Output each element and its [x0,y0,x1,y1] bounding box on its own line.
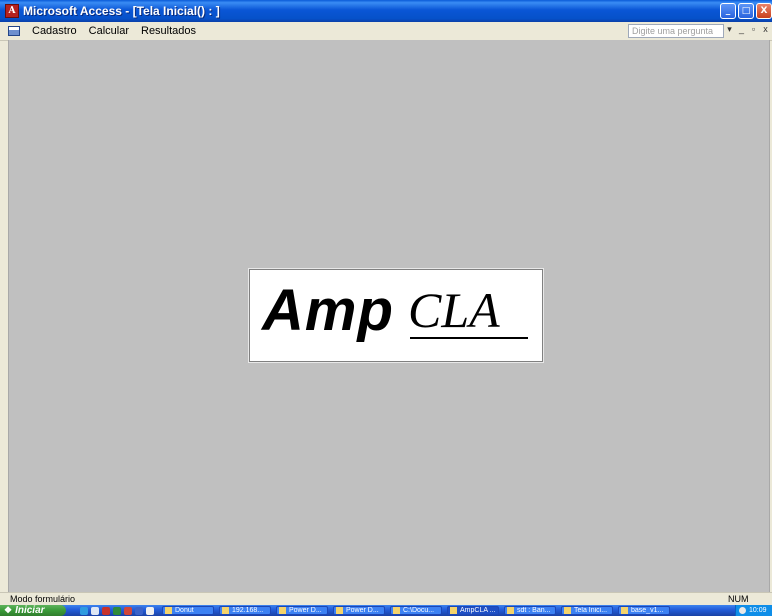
app-quicklaunch-icon[interactable] [146,606,154,615]
ask-dropdown-icon[interactable]: ▾ [725,24,734,35]
desktop-quicklaunch-icon[interactable] [91,606,99,615]
word-quicklaunch-icon[interactable] [135,606,143,615]
menu-calcular[interactable]: Calcular [83,25,135,37]
excel-quicklaunch-icon[interactable] [113,606,121,615]
title-bar[interactable]: A Microsoft Access - [Tela Inicial() : ]… [0,0,772,22]
form-document-icon[interactable] [8,26,20,36]
form-client-area: Amp CLA [8,40,770,592]
status-num: NUM [728,594,749,604]
taskbar: ❖ Iniciar Donut 192.168... Power D... Po… [0,605,772,616]
system-tray: 10:09 [735,605,772,616]
access-icon [507,607,514,614]
window-title: Microsoft Access - [Tela Inicial() : ] [23,4,220,18]
taskbar-button-donut[interactable]: Donut [162,606,214,615]
taskbar-button-ip[interactable]: 192.168... [219,606,271,615]
logo-cla-text: CLA [408,282,500,338]
powerpoint-quicklaunch-icon[interactable] [124,606,132,615]
taskbar-button-tela-inicial[interactable]: Tela Inici... [561,606,613,615]
folder-icon [393,607,400,614]
tray-icon[interactable] [739,607,746,614]
document-icon [621,607,628,614]
donut-icon [165,607,172,614]
menu-cadastro[interactable]: Cadastro [26,25,83,37]
network-icon [222,607,229,614]
start-label: Iniciar [15,605,45,616]
access-app-icon[interactable]: A [5,4,19,18]
taskbar-button-powerd-1[interactable]: Power D... [276,606,328,615]
maximize-button[interactable]: □ [738,3,754,19]
mdi-restore-button[interactable]: ▫ [749,24,758,35]
status-mode: Modo formulário [10,594,76,604]
taskbar-button-base[interactable]: base_v1... [618,606,670,615]
logo-underline [410,337,528,339]
powerd-icon [279,607,286,614]
taskbar-button-sdt[interactable]: sdt : Ban... [504,606,556,615]
minimize-button[interactable]: _ [720,3,736,19]
clock[interactable]: 10:09 [749,607,767,614]
menu-bar: Cadastro Calcular Resultados Digite uma … [0,22,772,41]
ampcla-logo: Amp CLA [249,269,543,362]
menu-resultados[interactable]: Resultados [135,25,202,37]
logo-amp-text: Amp [262,278,394,343]
taskbar-button-ampcla[interactable]: AmpCLA ... [447,606,499,615]
mdi-close-button[interactable]: x [761,24,770,35]
access-quicklaunch-icon[interactable] [102,606,110,615]
start-button[interactable]: ❖ Iniciar [0,605,66,616]
quick-launch [80,606,154,615]
taskbar-button-folder[interactable]: C:\Docu... [390,606,442,615]
mdi-minimize-button[interactable]: _ [737,24,746,35]
ie-quicklaunch-icon[interactable] [80,606,88,615]
windows-flag-icon: ❖ [4,605,13,615]
taskbar-button-powerd-2[interactable]: Power D... [333,606,385,615]
access-icon [450,607,457,614]
powerd-icon [336,607,343,614]
ask-question-input[interactable]: Digite uma pergunta [628,24,724,38]
close-button[interactable]: X [756,3,772,19]
form-icon [564,607,571,614]
status-bar: Modo formulário NUM [0,592,772,606]
